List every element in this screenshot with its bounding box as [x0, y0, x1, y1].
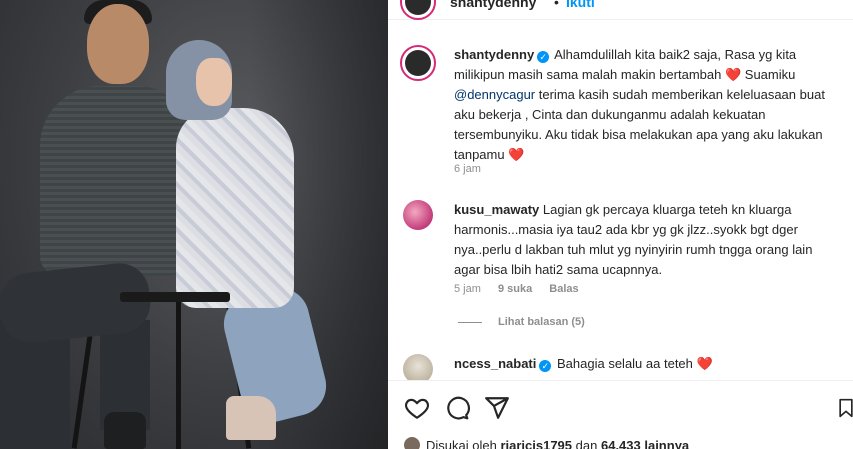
heart-emoji-icon: ❤️ — [724, 67, 742, 82]
comment-body: kusu_mawaty Lagian gk percaya kluarga te… — [454, 200, 839, 280]
comment-body: ncess_nabati ✓ Bahagia selalu aa teteh ❤️ — [454, 354, 839, 374]
reply-button[interactable]: Balas — [549, 283, 578, 295]
action-bar: Disukai oleh riaricis1795 dan 64.433 lai… — [388, 380, 853, 449]
comment-likes[interactable]: 9 suka — [498, 283, 532, 295]
caption-text-2: Suamiku — [744, 67, 796, 82]
comment-text: Bahagia selalu aa teteh — [557, 356, 693, 371]
bookmark-icon — [839, 398, 853, 418]
woman-heel — [226, 396, 276, 440]
comment-time[interactable]: 5 jam — [454, 283, 481, 295]
heart-emoji-icon: ❤️ — [508, 147, 525, 162]
comment-username[interactable]: kusu_mawaty — [454, 202, 539, 217]
save-button[interactable] — [836, 395, 853, 421]
man-shoe — [104, 412, 146, 449]
divider-line — [458, 321, 482, 323]
liked-by-middle: dan — [575, 438, 598, 449]
caption-username[interactable]: shantydenny — [454, 47, 534, 62]
man-sweater — [40, 86, 188, 276]
mention-link[interactable]: @dennycagur — [454, 87, 535, 102]
likes-count[interactable]: 64.433 lainnya — [601, 438, 689, 449]
heart-outline-icon — [404, 398, 430, 419]
caption-time[interactable]: 6 jam — [454, 163, 481, 175]
post-header: shantydenny • Ikuti — [388, 0, 853, 20]
stool-seat — [120, 292, 230, 302]
comment-meta: 5 jam 9 suka Balas — [454, 283, 593, 295]
author-avatar[interactable] — [400, 0, 436, 20]
share-button[interactable] — [484, 395, 510, 421]
view-replies-button[interactable]: Lihat balasan (5) — [458, 316, 585, 328]
woman-blouse — [176, 108, 294, 308]
follow-button[interactable]: Ikuti — [566, 0, 595, 10]
caption-body: shantydenny ✓ Alhamdulillah kita baik2 sa… — [454, 45, 839, 165]
liked-by-avatar — [404, 437, 420, 449]
comment-button[interactable] — [444, 395, 470, 421]
woman-face — [196, 58, 232, 106]
post-photo[interactable] — [0, 0, 388, 449]
stool-leg — [176, 302, 181, 449]
verified-badge-icon: ✓ — [537, 51, 550, 63]
liked-by-user[interactable]: riaricis1795 — [500, 438, 572, 449]
like-button[interactable] — [404, 395, 430, 421]
comment-avatar[interactable] — [403, 200, 433, 230]
author-username[interactable]: shantydenny — [450, 0, 536, 10]
verified-badge-icon: ✓ — [539, 360, 552, 372]
comment-username[interactable]: ncess_nabati — [454, 356, 536, 371]
liked-by-prefix: Disukai oleh — [426, 438, 497, 449]
heart-emoji-icon: ❤️ — [696, 356, 713, 371]
comment-bubble-icon — [447, 396, 470, 420]
caption-avatar[interactable] — [400, 45, 436, 81]
view-replies-label: Lihat balasan (5) — [498, 316, 585, 328]
separator-dot: • — [554, 0, 559, 10]
post-sidebar: shantydenny • Ikuti shantydenny ✓ Alhamdu… — [388, 0, 853, 449]
liked-by: Disukai oleh riaricis1795 dan 64.433 lai… — [404, 437, 689, 449]
caption-meta: 6 jam — [454, 163, 495, 175]
paper-plane-icon — [485, 397, 509, 419]
man-face — [87, 4, 149, 84]
